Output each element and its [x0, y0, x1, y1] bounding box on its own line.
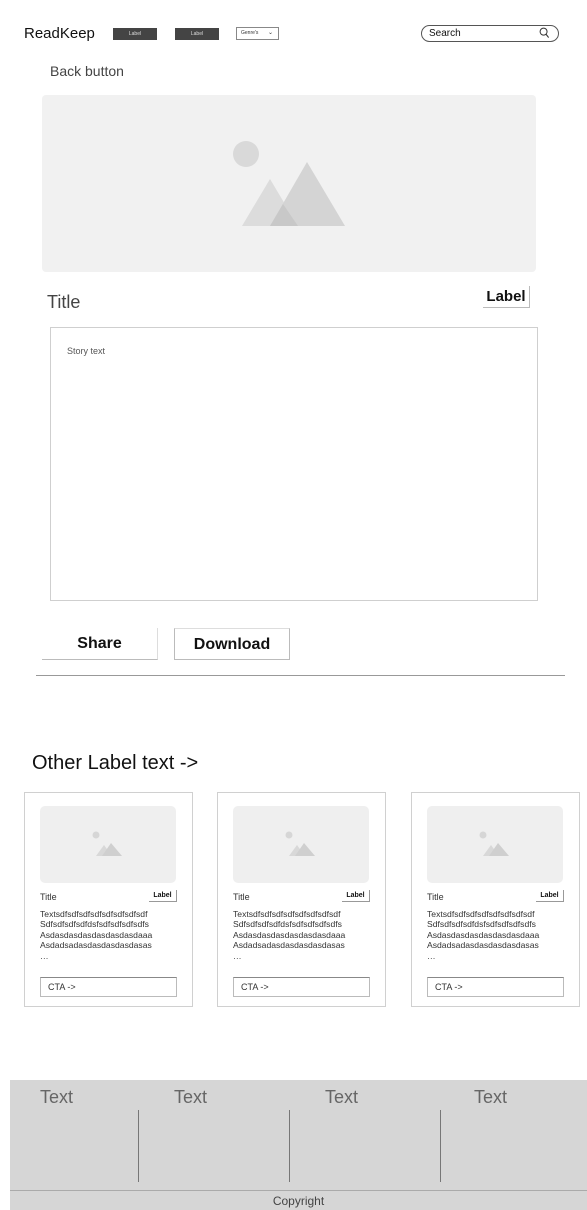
card-label-badge: Label — [342, 890, 370, 902]
share-button[interactable]: Share — [42, 628, 158, 660]
download-button[interactable]: Download — [174, 628, 290, 660]
footer-divider — [138, 1110, 139, 1182]
card-title: Title — [40, 892, 57, 902]
search-input[interactable]: Search — [421, 25, 559, 42]
nav-label-1[interactable]: Label — [113, 28, 157, 40]
back-button[interactable]: Back button — [50, 63, 124, 79]
related-card[interactable]: Title Label Textsdfsdfsdfsdfsdfsdfsdfsdf… — [217, 792, 386, 1007]
related-card[interactable]: Title Label Textsdfsdfsdfsdfsdfsdfsdfsdf… — [411, 792, 580, 1007]
image-placeholder-icon — [285, 831, 315, 856]
card-description: Textsdfsdfsdfsdfsdfsdfsdfsdf Sdfsdfsdfsd… — [427, 909, 540, 961]
search-icon[interactable] — [539, 27, 550, 39]
story-cover-image — [42, 95, 536, 272]
card-label-badge: Label — [536, 890, 564, 902]
search-placeholder: Search — [429, 28, 461, 39]
card-description: Textsdfsdfsdfsdfsdfsdfsdfsdf Sdfsdfsdfsd… — [233, 909, 346, 961]
section-divider — [36, 675, 565, 676]
card-image — [427, 806, 563, 883]
card-cta-button[interactable]: CTA -> — [233, 977, 370, 997]
image-placeholder-icon — [233, 141, 345, 226]
card-description: Textsdfsdfsdfsdfsdfsdfsdfsdf Sdfsdfsdfsd… — [40, 909, 153, 961]
card-title: Title — [233, 892, 250, 902]
story-text: Story text — [67, 346, 106, 356]
card-cta-button[interactable]: CTA -> — [40, 977, 177, 997]
nav-label-2[interactable]: Label — [175, 28, 219, 40]
footer-divider — [440, 1110, 441, 1182]
card-title: Title — [427, 892, 444, 902]
card-cta-button[interactable]: CTA -> — [427, 977, 564, 997]
footer: Text Text Text Text Copyright — [10, 1080, 587, 1210]
genre-dropdown[interactable]: Genre's ⌄ — [236, 27, 279, 40]
story-label-badge: Label — [483, 286, 530, 308]
footer-column-4[interactable]: Text — [474, 1087, 507, 1108]
card-label-badge: Label — [149, 890, 177, 902]
copyright: Copyright — [10, 1190, 587, 1210]
genre-dropdown-value: Genre's — [241, 30, 259, 36]
footer-column-1[interactable]: Text — [40, 1087, 73, 1108]
story-text-panel: Story text — [50, 327, 538, 601]
footer-divider — [289, 1110, 290, 1182]
footer-column-3[interactable]: Text — [325, 1087, 358, 1108]
related-card[interactable]: Title Label Textsdfsdfsdfsdfsdfsdfsdfsdf… — [24, 792, 193, 1007]
footer-column-2[interactable]: Text — [174, 1087, 207, 1108]
story-title: Title — [47, 292, 81, 312]
card-image — [233, 806, 369, 883]
image-placeholder-icon — [92, 831, 122, 856]
image-placeholder-icon — [479, 831, 509, 856]
related-heading[interactable]: Other Label text -> — [32, 752, 198, 775]
chevron-down-icon: ⌄ — [267, 30, 273, 36]
card-image — [40, 806, 176, 883]
brand-logo-text[interactable]: ReadKeep — [24, 25, 95, 42]
